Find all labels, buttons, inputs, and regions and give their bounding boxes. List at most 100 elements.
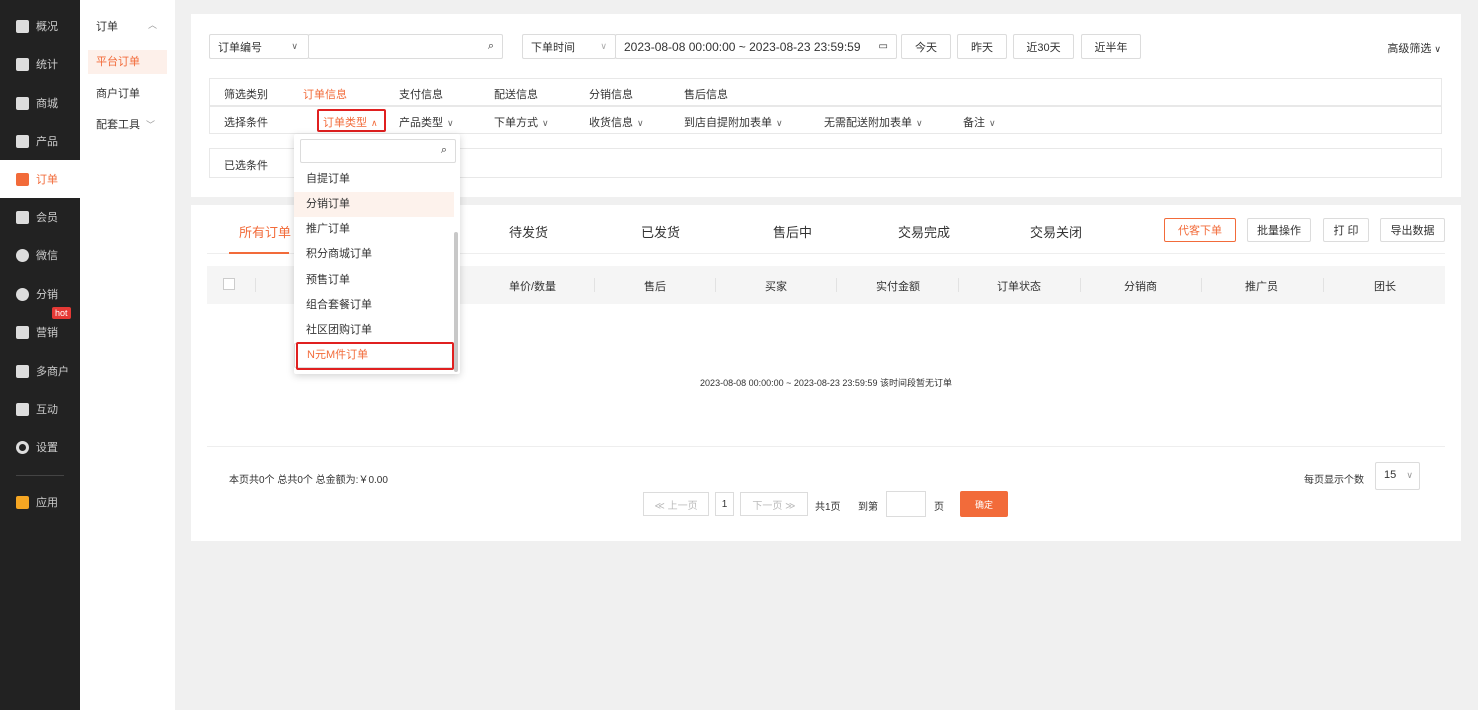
- chevron-down-icon: ∨: [1434, 44, 1441, 54]
- sidebar-item-members[interactable]: 会员: [0, 198, 80, 236]
- search-icon: ⌕: [487, 40, 494, 52]
- column-divider: [594, 278, 595, 292]
- range-yesterday-button[interactable]: 昨天: [957, 34, 1007, 59]
- sidebar-item-mall[interactable]: 商城: [0, 84, 80, 122]
- wechat-icon: [16, 248, 29, 262]
- export-data-button[interactable]: 导出数据: [1380, 218, 1445, 242]
- col-buyer: 买家: [765, 281, 787, 293]
- tab-completed[interactable]: 交易完成: [898, 222, 950, 241]
- chevron-down-icon: ﹀: [146, 120, 156, 130]
- option-combo[interactable]: 组合套餐订单: [294, 293, 454, 318]
- chevron-up-icon: ︿: [148, 20, 158, 30]
- tab-pending-shipment[interactable]: 待发货: [509, 222, 548, 241]
- sidebar-item-wechat[interactable]: 微信: [0, 236, 80, 274]
- dropdown-scrollbar[interactable]: [454, 232, 458, 372]
- category-order-info[interactable]: 订单信息: [303, 86, 347, 102]
- filter-condition-row: 选择条件 订单类型 ∧ 产品类型 ∨ 下单方式 ∨ 收货信息 ∨ 到店自提附加表单 ∨ 无…: [209, 106, 1442, 134]
- range-today-button[interactable]: 今天: [901, 34, 951, 59]
- sidebar-item-products[interactable]: 产品: [0, 122, 80, 160]
- col-aftersale: 售后: [644, 281, 666, 293]
- print-button[interactable]: 打 印: [1323, 218, 1369, 242]
- col-paid-amount: 实付金额: [876, 281, 920, 293]
- page-unit-label: 页: [934, 502, 944, 513]
- batch-operation-button[interactable]: 批量操作: [1247, 218, 1311, 242]
- order-submenu: 订单 ︿ 平台订单 商户订单 配套工具 ﹀: [80, 0, 175, 710]
- category-distribution-info[interactable]: 分销信息: [589, 86, 633, 102]
- range-halfyear-button[interactable]: 近半年: [1081, 34, 1141, 59]
- sidebar-item-apps[interactable]: 应用: [0, 483, 80, 521]
- column-divider: [1201, 278, 1202, 292]
- sidebar-item-stats[interactable]: 统计: [0, 45, 80, 83]
- column-divider: [958, 278, 959, 292]
- sidebar-item-orders[interactable]: 订单: [0, 160, 80, 198]
- option-self-pickup[interactable]: 自提订单: [294, 167, 454, 192]
- tab-closed[interactable]: 交易关闭: [1030, 222, 1082, 241]
- select-all-checkbox[interactable]: [223, 278, 235, 290]
- per-page-label: 每页显示个数: [1304, 475, 1364, 486]
- tab-shipped[interactable]: 已发货: [641, 222, 680, 241]
- condition-no-delivery-form[interactable]: 无需配送附加表单 ∨: [824, 114, 923, 130]
- chevron-down-icon: ∨: [989, 118, 996, 128]
- goto-page-input[interactable]: [886, 491, 926, 517]
- option-points-mall[interactable]: 积分商城订单: [294, 242, 454, 267]
- tab-aftersale[interactable]: 售后中: [773, 222, 812, 241]
- chevron-down-icon: ∨: [637, 118, 644, 128]
- flag-icon: [16, 325, 29, 339]
- search-input[interactable]: ⌕: [308, 34, 503, 59]
- main-sidebar: 概况 统计 商城 产品 订单 会员 微信 分销 营销 hot 多商户 互动 设置 …: [0, 0, 80, 710]
- submenu-platform-orders[interactable]: 平台订单: [88, 50, 167, 74]
- option-community-group[interactable]: 社区团购订单: [294, 318, 454, 343]
- chevron-down-icon: ∨: [447, 118, 454, 128]
- condition-remark[interactable]: 备注 ∨: [963, 114, 996, 130]
- submenu-tools[interactable]: 配套工具 ﹀: [88, 113, 167, 137]
- crown-icon: [16, 210, 29, 224]
- date-range-input[interactable]: 2023-08-08 00:00:00 ~ 2023-08-23 23:59:5…: [615, 34, 897, 59]
- highlight-box: [296, 342, 454, 370]
- hot-badge: hot: [52, 307, 71, 319]
- prev-page-button[interactable]: ≪ 上一页: [643, 492, 709, 516]
- filter-category-row: 筛选类别 订单信息 支付信息 配送信息 分销信息 售后信息: [209, 78, 1442, 106]
- search-field-select[interactable]: 订单编号 ∨: [209, 34, 309, 59]
- next-page-button[interactable]: 下一页 ≫: [740, 492, 808, 516]
- category-payment-info[interactable]: 支付信息: [399, 86, 443, 102]
- active-tab-indicator: [229, 252, 289, 254]
- condition-order-type[interactable]: 订单类型 ∧: [317, 109, 386, 132]
- advanced-filter-toggle[interactable]: 高级筛选 ∨: [1387, 40, 1441, 56]
- time-field-select[interactable]: 下单时间 ∨: [522, 34, 616, 59]
- range-30days-button[interactable]: 近30天: [1013, 34, 1074, 59]
- goto-confirm-button[interactable]: 确定: [960, 491, 1008, 517]
- category-aftersale-info[interactable]: 售后信息: [684, 86, 728, 102]
- sidebar-item-interaction[interactable]: 互动: [0, 390, 80, 428]
- sidebar-item-settings[interactable]: 设置: [0, 428, 80, 466]
- chevron-down-icon: ∨: [1406, 470, 1413, 480]
- chevron-down-icon: ∨: [291, 41, 298, 51]
- page-number-1[interactable]: 1: [715, 492, 734, 516]
- per-page-select[interactable]: 15 ∨: [1375, 462, 1420, 490]
- condition-product-type[interactable]: 产品类型 ∨: [399, 114, 454, 130]
- condition-pickup-form[interactable]: 到店自提附加表单 ∨: [684, 114, 783, 130]
- footer-divider: [207, 446, 1445, 447]
- condition-order-method[interactable]: 下单方式 ∨: [494, 114, 549, 130]
- sidebar-item-marketing[interactable]: 营销 hot: [0, 307, 80, 351]
- submenu-merchant-orders[interactable]: 商户订单: [88, 82, 167, 106]
- dropdown-search-input[interactable]: ⌕: [300, 139, 456, 163]
- proxy-order-button[interactable]: 代客下单: [1164, 218, 1236, 242]
- order-type-dropdown: ⌕ 自提订单 分销订单 推广订单 积分商城订单 预售订单 组合套餐订单 社区团购…: [294, 134, 460, 374]
- sidebar-item-multi-merchant[interactable]: 多商户: [0, 352, 80, 390]
- gear-icon: [16, 441, 29, 454]
- category-delivery-info[interactable]: 配送信息: [494, 86, 538, 102]
- option-presale[interactable]: 预售订单: [294, 268, 454, 293]
- chevron-down-icon: ∨: [776, 118, 783, 128]
- tab-all-orders[interactable]: 所有订单: [239, 222, 291, 241]
- option-promotion[interactable]: 推广订单: [294, 217, 454, 242]
- column-divider: [715, 278, 716, 292]
- condition-receiver-info[interactable]: 收货信息 ∨: [589, 114, 644, 130]
- option-distribution[interactable]: 分销订单: [294, 192, 454, 217]
- sidebar-item-overview[interactable]: 概况: [0, 7, 80, 45]
- column-divider: [836, 278, 837, 292]
- app-grid-icon: [16, 495, 29, 509]
- submenu-title[interactable]: 订单 ︿: [96, 18, 157, 34]
- calendar-icon: ▭: [878, 41, 888, 52]
- layers-icon: [16, 19, 29, 33]
- chevron-down-icon: ∨: [916, 118, 923, 128]
